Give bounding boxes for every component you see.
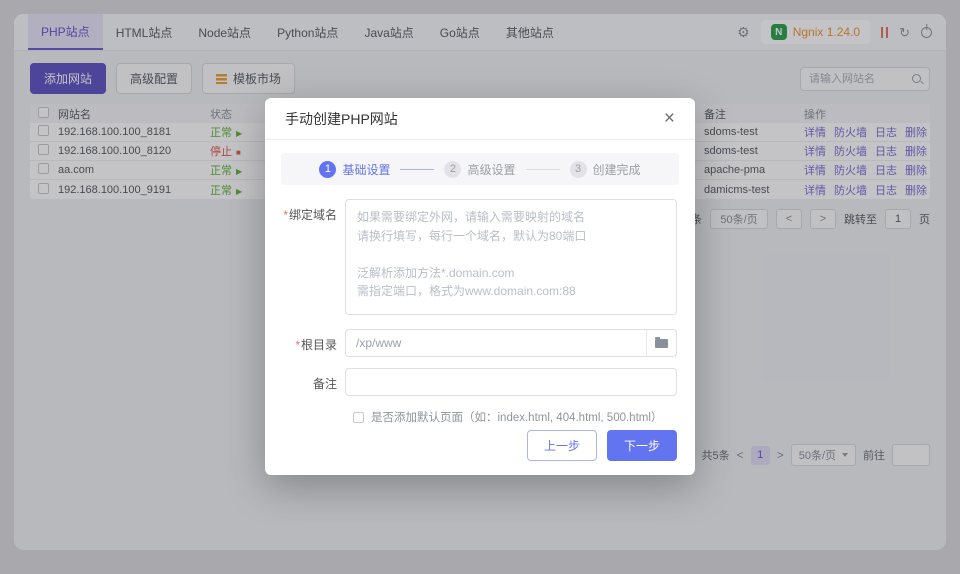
folder-icon	[655, 339, 668, 348]
bind-domain-label: *绑定域名	[283, 199, 345, 318]
domain-textarea[interactable]	[345, 199, 677, 315]
remark-input[interactable]	[346, 375, 676, 389]
default-page-label: 是否添加默认页面（如：index.html, 404.html, 500.htm…	[371, 409, 662, 425]
default-page-checkbox[interactable]	[353, 412, 364, 423]
root-dir-row: *根目录	[283, 329, 677, 357]
step-advanced-settings: 2 高级设置	[444, 161, 515, 178]
prev-step-button[interactable]: 上一步	[527, 430, 597, 461]
modal-title: 手动创建PHP网站	[285, 109, 398, 129]
root-dir-input[interactable]	[346, 336, 646, 350]
bind-domain-row: *绑定域名	[283, 199, 677, 318]
default-page-row: 是否添加默认页面（如：index.html, 404.html, 500.htm…	[353, 409, 677, 425]
step-indicator: 1 基础设置 2 高级设置 3 创建完成	[281, 153, 679, 185]
browse-folder-button[interactable]	[646, 330, 676, 356]
modal-footer: 上一步 下一步	[265, 430, 695, 475]
modal-body: *绑定域名 *根目录 备注 是否添加	[265, 185, 695, 430]
step-basic-settings: 1 基础设置	[319, 161, 390, 178]
next-step-button[interactable]: 下一步	[607, 430, 677, 461]
root-dir-label: *根目录	[283, 329, 345, 357]
remark-label: 备注	[283, 368, 345, 396]
step-create-complete: 3 创建完成	[570, 161, 641, 178]
modal-header: 手动创建PHP网站 ×	[265, 98, 695, 140]
create-php-site-modal: 手动创建PHP网站 × 1 基础设置 2 高级设置 3 创建完成 *绑定域名 *…	[265, 98, 695, 475]
remark-row: 备注	[283, 368, 677, 396]
close-icon[interactable]: ×	[664, 109, 675, 128]
